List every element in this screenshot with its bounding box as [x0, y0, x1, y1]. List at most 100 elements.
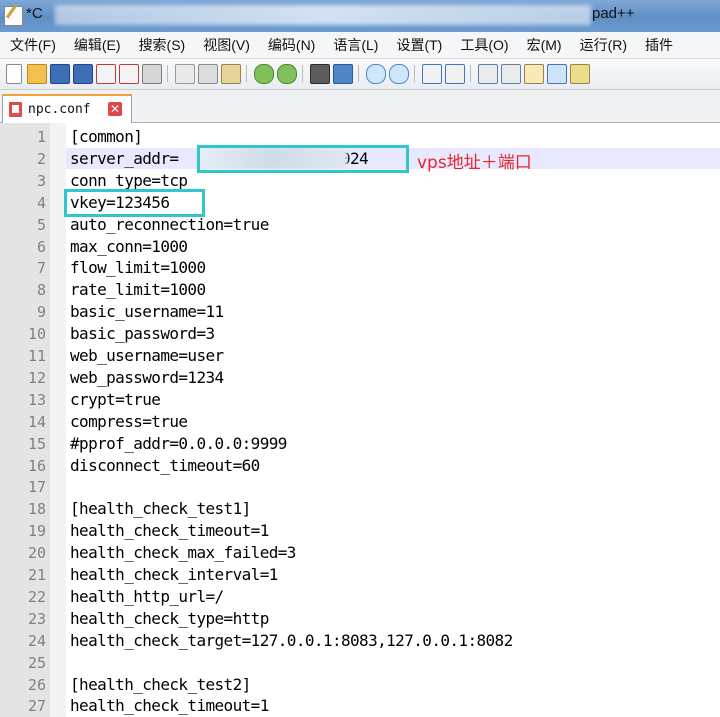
- zoom-in-icon[interactable]: [366, 64, 386, 84]
- menu-run[interactable]: 运行(R): [570, 35, 635, 55]
- menu-view[interactable]: 视图(V): [193, 35, 258, 55]
- title-bar: *C pad++: [0, 0, 720, 32]
- line-number: 15: [27, 434, 46, 453]
- save-all-icon[interactable]: [73, 64, 93, 84]
- line-number: 19: [27, 522, 46, 541]
- show-all-chars-icon[interactable]: [501, 64, 521, 84]
- menu-encoding[interactable]: 编码(N): [258, 35, 323, 55]
- save-icon[interactable]: [50, 64, 70, 84]
- word-wrap-icon[interactable]: [478, 64, 498, 84]
- code-text[interactable]: crypt=true: [70, 390, 161, 409]
- code-text[interactable]: health_check_timeout=1: [70, 521, 269, 540]
- indent-guide-icon[interactable]: [524, 64, 544, 84]
- toolbar-separator: [358, 65, 359, 82]
- code-line[interactable]: 20 health_check_max_failed=3: [0, 542, 720, 564]
- code-text[interactable]: auto_reconnection=true: [70, 215, 269, 234]
- code-text[interactable]: web_password=1234: [70, 368, 224, 387]
- code-line[interactable]: 18 [health_check_test1]: [0, 498, 720, 520]
- code-text[interactable]: compress=true: [70, 412, 188, 431]
- code-text[interactable]: health_check_max_failed=3: [70, 543, 296, 562]
- menu-macro[interactable]: 宏(M): [517, 35, 570, 55]
- line-number: 7: [36, 259, 46, 278]
- code-text[interactable]: flow_limit=1000: [70, 258, 206, 277]
- new-file-icon[interactable]: [6, 64, 22, 84]
- line-number: 12: [27, 368, 46, 387]
- code-line[interactable]: 11 web_username=user: [0, 345, 720, 367]
- code-text[interactable]: disconnect_timeout=60: [70, 456, 260, 475]
- open-file-icon[interactable]: [27, 64, 47, 84]
- find-icon[interactable]: [310, 64, 330, 84]
- line-number: 14: [27, 412, 46, 431]
- line-number: 16: [27, 456, 46, 475]
- code-text[interactable]: health_check_interval=1: [70, 565, 278, 584]
- menu-search[interactable]: 搜索(S): [129, 35, 194, 55]
- code-text[interactable]: basic_username=11: [70, 302, 224, 321]
- code-line[interactable]: 6 max_conn=1000: [0, 236, 720, 258]
- line-number: 27: [27, 697, 46, 716]
- paste-icon[interactable]: [221, 64, 241, 84]
- menu-language[interactable]: 语言(L): [323, 35, 386, 55]
- code-text[interactable]: health_check_timeout=1: [70, 696, 269, 715]
- code-line[interactable]: 9 basic_username=11: [0, 301, 720, 323]
- close-icon[interactable]: [96, 64, 116, 84]
- line-number: 18: [27, 500, 46, 519]
- code-line[interactable]: 10 basic_password=3: [0, 323, 720, 345]
- code-text[interactable]: [health_check_test2]: [70, 675, 251, 694]
- function-list-icon[interactable]: [570, 64, 590, 84]
- code-text[interactable]: web_username=user: [70, 346, 224, 365]
- redo-icon[interactable]: [277, 64, 297, 84]
- code-text[interactable]: basic_password=3: [70, 324, 215, 343]
- code-line[interactable]: 14 compress=true: [0, 411, 720, 433]
- code-line[interactable]: 13 crypt=true: [0, 389, 720, 411]
- menu-file[interactable]: 文件(F): [0, 35, 64, 55]
- code-line[interactable]: 23 health_check_type=http: [0, 608, 720, 630]
- zoom-out-icon[interactable]: [389, 64, 409, 84]
- code-text[interactable]: [health_check_test1]: [70, 499, 251, 518]
- code-line[interactable]: 12 web_password=1234: [0, 367, 720, 389]
- line-number: 5: [36, 215, 46, 234]
- sync-vertical-icon[interactable]: [422, 64, 442, 84]
- replace-icon[interactable]: [333, 64, 353, 84]
- tab-npc-conf[interactable]: npc.conf ✕: [2, 94, 132, 124]
- code-line[interactable]: 17: [0, 476, 720, 498]
- editor[interactable]: 1[common]2server_addr= :80243conn_type=t…: [0, 123, 720, 717]
- menu-settings[interactable]: 设置(T): [386, 35, 450, 55]
- line-number: 24: [27, 631, 46, 650]
- code-text[interactable]: conn_type=tcp: [70, 171, 188, 190]
- code-text[interactable]: max_conn=1000: [70, 237, 188, 256]
- close-all-icon[interactable]: [119, 64, 139, 84]
- code-line[interactable]: 15 #pprof_addr=0.0.0.0:9999: [0, 433, 720, 455]
- code-text[interactable]: health_check_target=127.0.0.1:8083,127.0…: [70, 631, 513, 650]
- menu-plugins[interactable]: 插件: [635, 35, 681, 55]
- code-line[interactable]: 7 flow_limit=1000: [0, 257, 720, 279]
- code-text[interactable]: health_http_url=/: [70, 587, 224, 606]
- code-text[interactable]: [common]: [70, 127, 143, 146]
- code-line[interactable]: 22 health_http_url=/: [0, 586, 720, 608]
- code-text[interactable]: rate_limit=1000: [70, 280, 206, 299]
- code-text[interactable]: health_check_type=http: [70, 609, 269, 628]
- toolbar-separator: [302, 65, 303, 82]
- code-line[interactable]: 26 [health_check_test2]: [0, 674, 720, 696]
- tab-bar: npc.conf ✕: [0, 90, 720, 124]
- server-addr-highlight-box: [197, 145, 409, 173]
- print-icon[interactable]: [142, 64, 162, 84]
- code-line[interactable]: 16 disconnect_timeout=60: [0, 455, 720, 477]
- copy-icon[interactable]: [198, 64, 218, 84]
- sync-horizontal-icon[interactable]: [445, 64, 465, 84]
- toolbar: [0, 59, 720, 90]
- code-line[interactable]: 8 rate_limit=1000: [0, 279, 720, 301]
- code-line[interactable]: 21 health_check_interval=1: [0, 564, 720, 586]
- line-number: 21: [27, 566, 46, 584]
- line-number: 17: [27, 478, 46, 497]
- code-line[interactable]: 27 health_check_timeout=1: [0, 695, 720, 717]
- doc-map-icon[interactable]: [547, 64, 567, 84]
- code-line[interactable]: 19 health_check_timeout=1: [0, 520, 720, 542]
- code-text[interactable]: #pprof_addr=0.0.0.0:9999: [70, 434, 287, 453]
- menu-edit[interactable]: 编辑(E): [64, 35, 129, 55]
- code-line[interactable]: 24 health_check_target=127.0.0.1:8083,127…: [0, 630, 720, 652]
- menu-tools[interactable]: 工具(O): [450, 35, 516, 55]
- close-tab-icon[interactable]: ✕: [108, 102, 122, 116]
- undo-icon[interactable]: [254, 64, 274, 84]
- cut-icon[interactable]: [175, 64, 195, 84]
- code-line[interactable]: 25: [0, 652, 720, 674]
